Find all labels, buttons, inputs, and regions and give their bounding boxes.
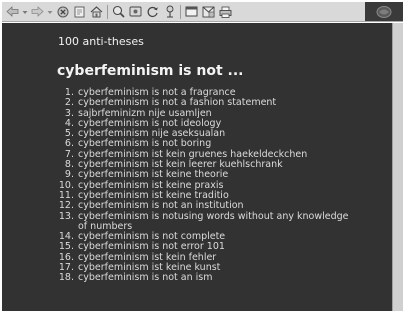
list-item: 18. cyberfeminism is not an ism: [2, 272, 358, 284]
list-item-text: cyberfeminism is notusing words without …: [78, 210, 349, 232]
list-item: 13. cyberfeminism is notusing words witho…: [2, 210, 358, 233]
history-icon[interactable]: [145, 4, 160, 19]
favorites-icon[interactable]: [128, 4, 143, 19]
forward-icon[interactable]: [30, 4, 45, 19]
list-item-number: 13.: [58, 210, 74, 222]
page-content: 100 anti-theses cyberfeminism is not ...…: [2, 23, 392, 311]
browser-throbber: [365, 2, 403, 21]
stop-icon[interactable]: [55, 4, 70, 19]
channels-icon[interactable]: [162, 4, 177, 19]
toolbar-divider: [180, 4, 181, 19]
browser-toolbar: [2, 2, 403, 22]
toolbar-divider: [107, 4, 108, 19]
mail-icon[interactable]: [201, 4, 216, 19]
fullscreen-icon[interactable]: [184, 4, 199, 19]
page-title: cyberfeminism is not ...: [57, 63, 244, 79]
window-edge: [403, 0, 407, 311]
list-item-number: 18.: [58, 272, 74, 284]
throbber-icon: [376, 5, 392, 18]
anti-theses-list: 1. cyberfeminism is not a fragrance 2. cybe…: [2, 87, 358, 284]
vertical-scrollbar[interactable]: [392, 23, 403, 311]
list-item-text: cyberfeminism is not an ism: [78, 272, 213, 284]
forward-menu-chevron-icon[interactable]: [47, 4, 53, 19]
page-kicker: 100 anti-theses: [58, 35, 144, 48]
search-icon[interactable]: [111, 4, 126, 19]
back-menu-chevron-icon[interactable]: [22, 4, 28, 19]
browser-window: 100 anti-theses cyberfeminism is not ...…: [0, 0, 407, 311]
reload-icon[interactable]: [72, 4, 87, 19]
back-icon[interactable]: [5, 4, 20, 19]
home-icon[interactable]: [89, 4, 104, 19]
print-icon[interactable]: [218, 4, 233, 19]
